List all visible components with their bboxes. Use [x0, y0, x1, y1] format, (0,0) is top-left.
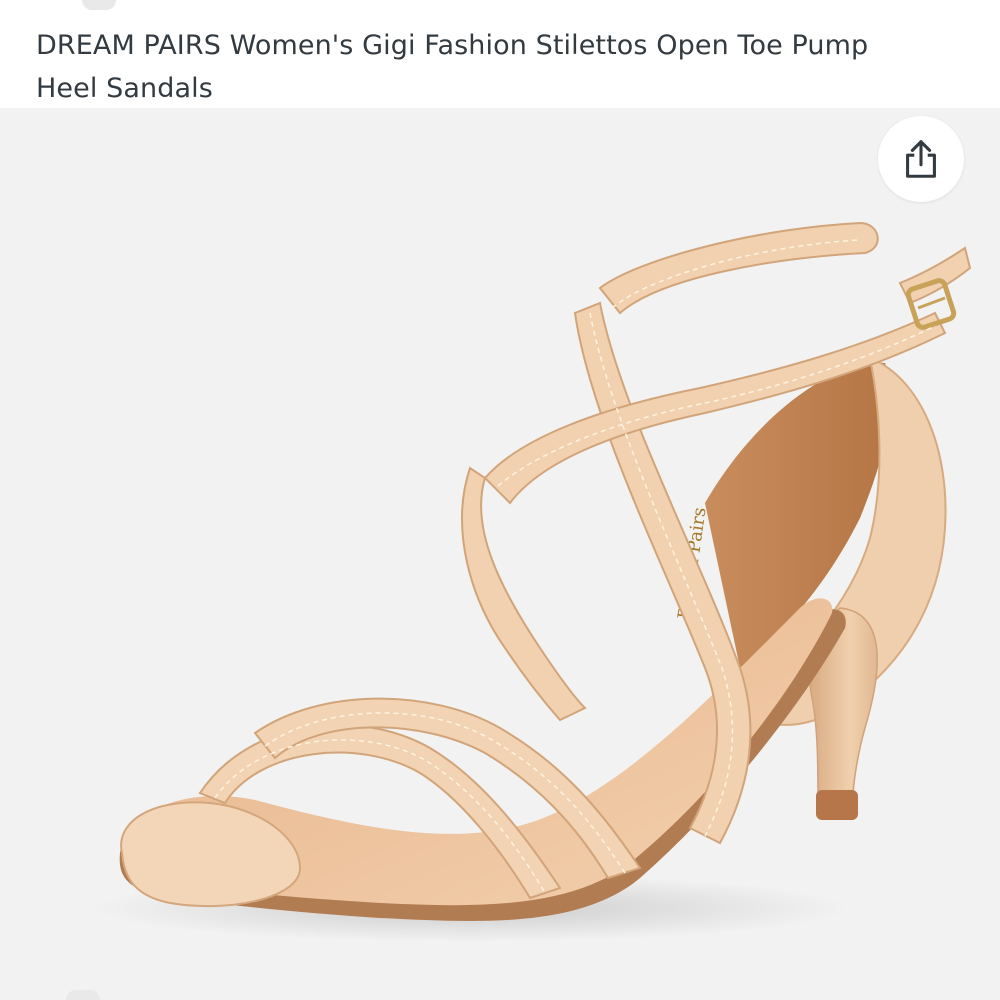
top-edge-shadow — [82, 0, 116, 10]
product-image-gallery[interactable]: Dream Pairs — [0, 108, 1000, 1000]
cross-strap-side — [461, 466, 587, 722]
share-icon — [906, 140, 936, 178]
product-image[interactable]: Dream Pairs — [0, 108, 1000, 1000]
title-bar: DREAM PAIRS Women's Gigi Fashion Stilett… — [0, 0, 1000, 108]
ankle-strap-upper — [598, 221, 879, 315]
buckle-prong — [917, 296, 946, 310]
product-page: DREAM PAIRS Women's Gigi Fashion Stilett… — [0, 0, 1000, 1000]
product-title: DREAM PAIRS Women's Gigi Fashion Stilett… — [36, 30, 869, 104]
share-button[interactable] — [878, 116, 964, 202]
heel-tip — [816, 790, 858, 820]
bottom-edge-shadow — [66, 990, 100, 1000]
